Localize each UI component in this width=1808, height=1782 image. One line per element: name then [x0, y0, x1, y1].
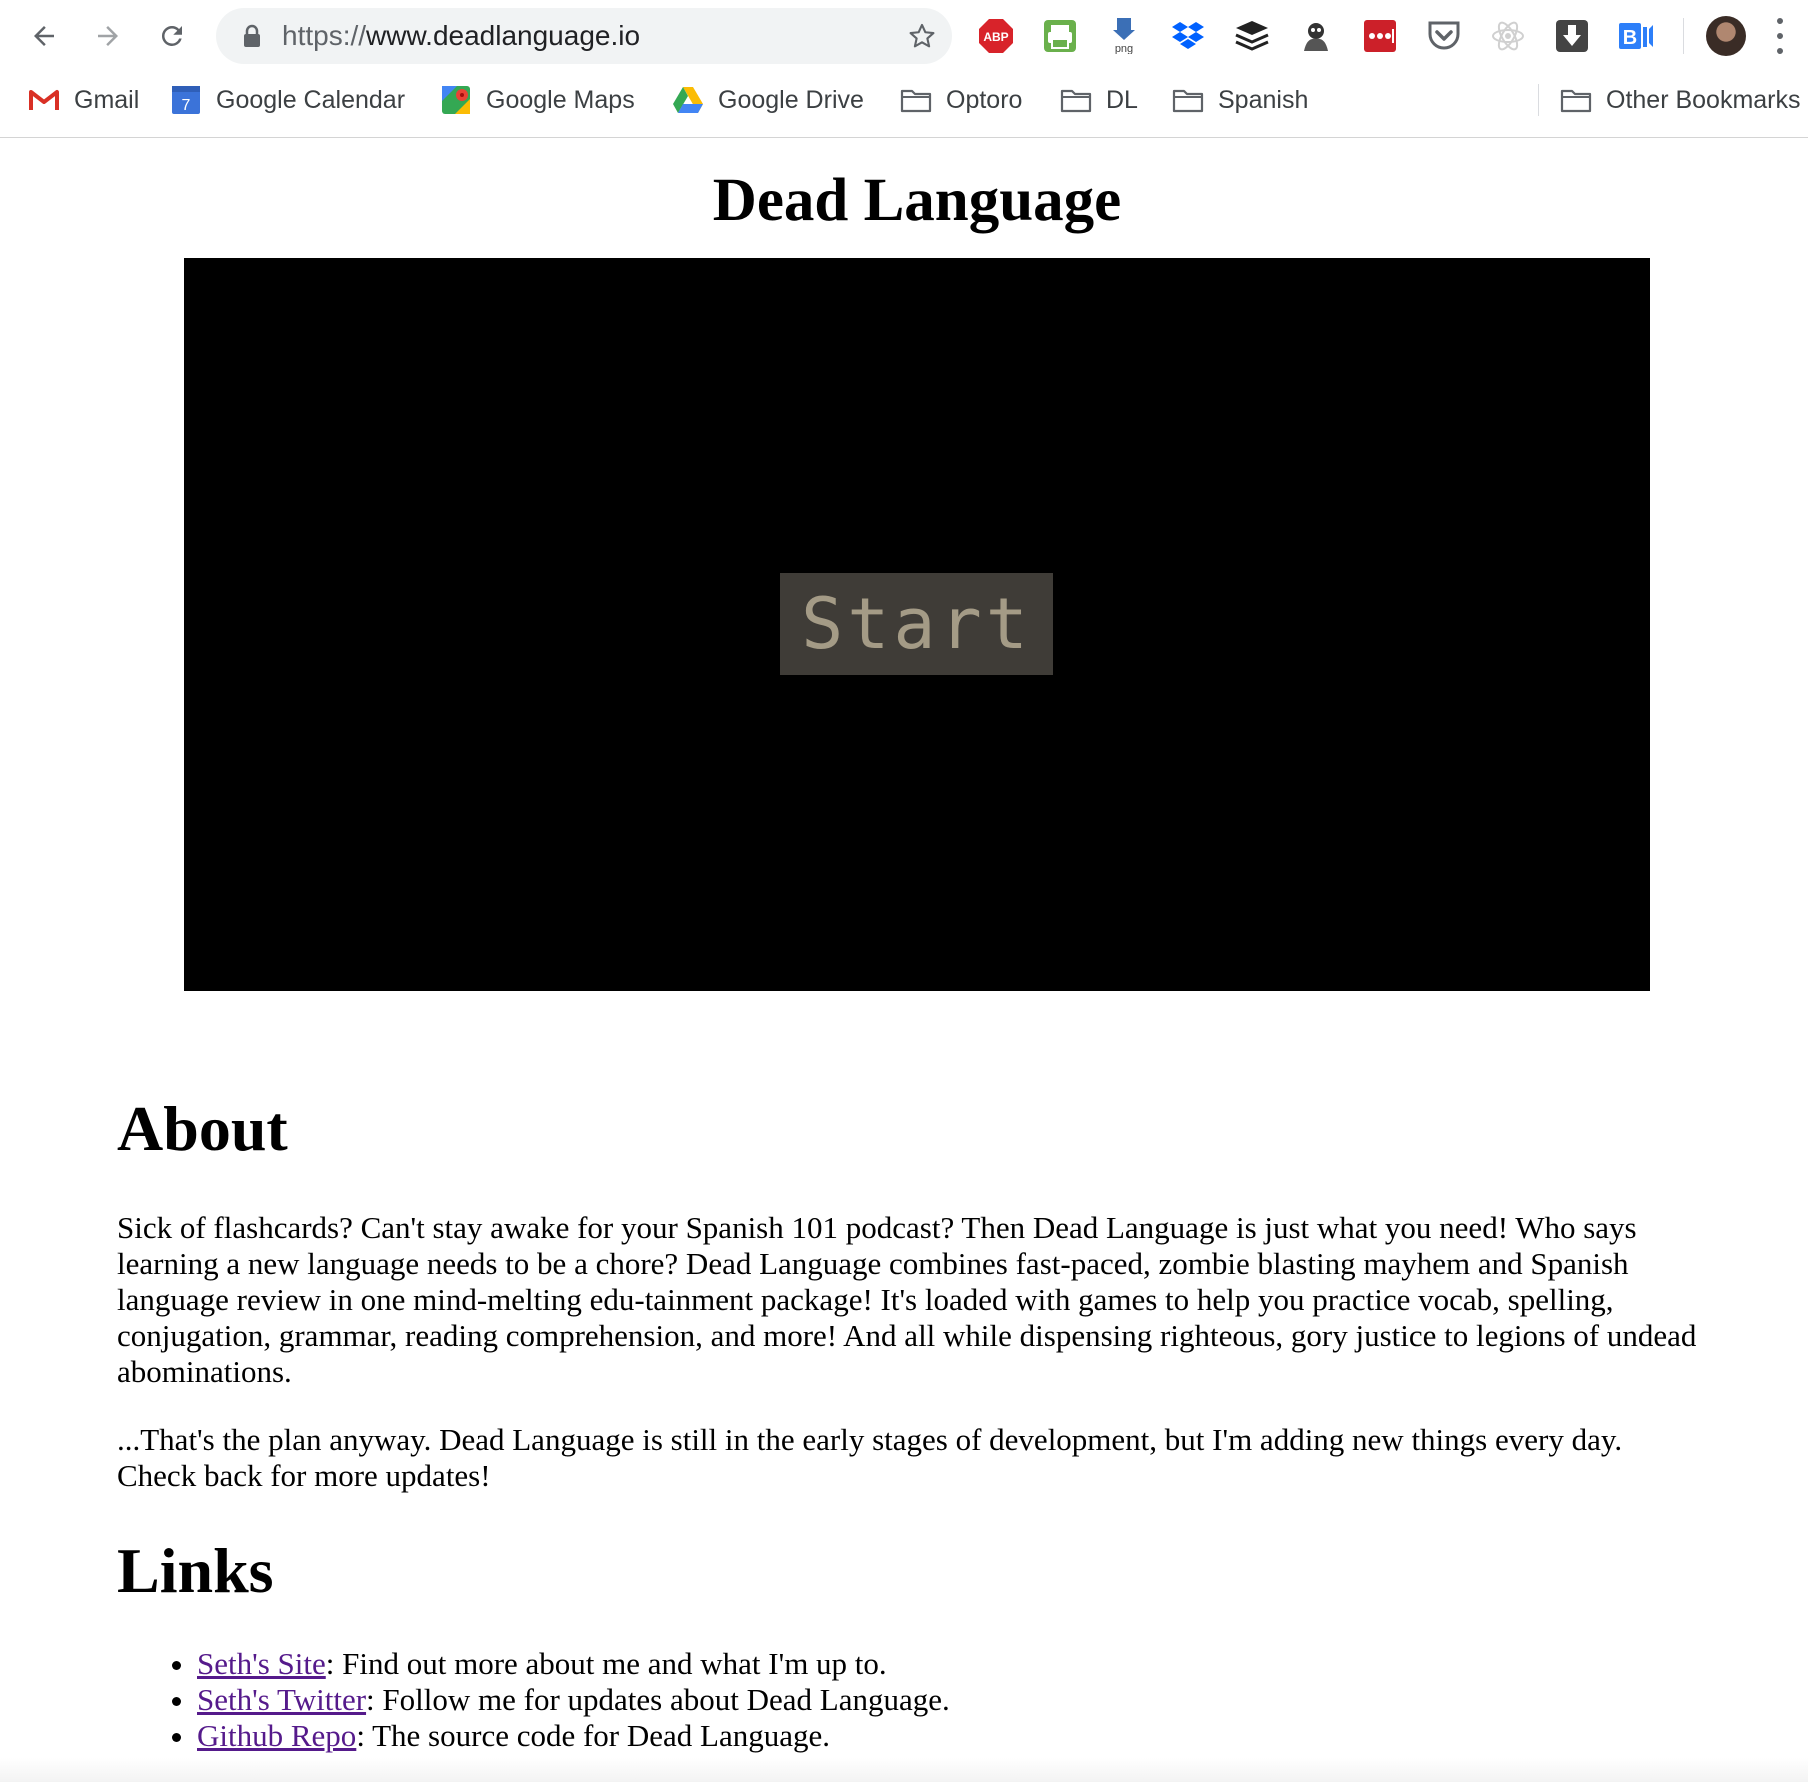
- bookmark-label: Google Drive: [718, 85, 864, 114]
- maps-icon: [440, 84, 472, 116]
- bookmark-gmail[interactable]: Gmail: [28, 76, 139, 124]
- pocket-icon[interactable]: [1424, 16, 1464, 56]
- page-bottom-edge: [0, 1758, 1808, 1782]
- gmail-icon: [28, 84, 60, 116]
- buffer-icon[interactable]: [1232, 16, 1272, 56]
- bookmark-label: Google Maps: [486, 85, 635, 114]
- abp-label: ABP: [983, 30, 1008, 44]
- bookmark-other-bookmarks[interactable]: Other Bookmarks: [1560, 76, 1801, 124]
- bookmark-google-calendar[interactable]: 7 Google Calendar: [170, 76, 405, 124]
- browser-chrome: https://www.deadlanguage.io ABP png B Gm…: [0, 0, 1808, 138]
- lastpass-icon[interactable]: [1360, 16, 1400, 56]
- bookmark-google-maps[interactable]: Google Maps: [440, 76, 635, 124]
- folder-icon: [1172, 84, 1204, 116]
- lock-icon: [244, 24, 260, 47]
- bookmark-label: Optoro: [946, 85, 1023, 114]
- back-button[interactable]: [22, 14, 66, 58]
- back-arrow-icon: [34, 26, 54, 46]
- forward-button[interactable]: [86, 14, 130, 58]
- browser-menu-button[interactable]: [1774, 18, 1786, 54]
- address-bar[interactable]: https://www.deadlanguage.io: [216, 8, 952, 64]
- folder-icon: [900, 84, 932, 116]
- url-scheme: https://: [282, 20, 367, 51]
- bookmark-google-drive[interactable]: Google Drive: [672, 76, 864, 124]
- react-devtools-icon[interactable]: [1488, 16, 1528, 56]
- bookmark-label: Gmail: [74, 85, 140, 114]
- links-list: Seth's Site: Find out more about me and …: [117, 1646, 1697, 1754]
- link-description: : The source code for Dead Language.: [356, 1718, 831, 1753]
- bookmarks-bar: Gmail 7 Google Calendar Google Maps Goog…: [0, 76, 1808, 124]
- browser-toolbar: https://www.deadlanguage.io ABP png B: [0, 0, 1808, 74]
- print-friendly-icon[interactable]: [1040, 16, 1080, 56]
- dropbox-icon[interactable]: [1168, 16, 1208, 56]
- reload-button[interactable]: [150, 14, 194, 58]
- png-download-icon[interactable]: png: [1104, 16, 1144, 56]
- list-item: Seth's Twitter: Follow me for updates ab…: [197, 1682, 1697, 1718]
- calendar-badge: 7: [182, 97, 191, 114]
- github-repo-link[interactable]: Github Repo: [197, 1718, 356, 1753]
- seths-site-link[interactable]: Seth's Site: [197, 1646, 326, 1681]
- menu-dot: [1777, 48, 1783, 54]
- folder-icon: [1060, 84, 1092, 116]
- bookmark-label: Other Bookmarks: [1606, 85, 1801, 114]
- about-paragraph-1: Sick of flashcards? Can't stay awake for…: [117, 1210, 1697, 1389]
- url-text: https://www.deadlanguage.io: [282, 8, 640, 64]
- url-host: www.deadlanguage.io: [366, 20, 641, 51]
- bookmarks-divider: [1538, 84, 1539, 116]
- folder-icon: [1560, 84, 1592, 116]
- zombie-extension-icon[interactable]: [1296, 16, 1336, 56]
- link-description: : Find out more about me and what I'm up…: [325, 1646, 887, 1681]
- game-canvas[interactable]: Start: [184, 258, 1650, 991]
- about-heading: About: [117, 1093, 288, 1164]
- bookmark-folder-optoro[interactable]: Optoro: [900, 76, 1022, 124]
- download-icon[interactable]: [1552, 16, 1592, 56]
- bookmark-label: Spanish: [1218, 85, 1309, 114]
- bookmark-star-icon[interactable]: [908, 22, 936, 50]
- bookmark-label: DL: [1106, 85, 1138, 114]
- list-item: Github Repo: The source code for Dead La…: [197, 1718, 1697, 1754]
- calendar-icon: 7: [170, 84, 202, 116]
- seths-twitter-link[interactable]: Seth's Twitter: [197, 1682, 366, 1717]
- toolbar-divider: [1683, 18, 1684, 54]
- bookmark-label: Google Calendar: [216, 85, 406, 114]
- list-item: Seth's Site: Find out more about me and …: [197, 1646, 1697, 1682]
- menu-dot: [1777, 33, 1783, 39]
- bi-icon[interactable]: B: [1616, 16, 1656, 56]
- adblock-plus-icon[interactable]: ABP: [976, 16, 1016, 56]
- about-paragraph-2: ...That's the plan anyway. Dead Language…: [117, 1422, 1623, 1493]
- profile-avatar[interactable]: [1706, 16, 1746, 56]
- menu-dot: [1777, 18, 1783, 24]
- page-title: Dead Language: [712, 167, 1122, 234]
- reload-icon: [161, 25, 182, 46]
- start-button[interactable]: Start: [780, 573, 1053, 675]
- drive-icon: [672, 84, 704, 116]
- bookmark-folder-dl[interactable]: DL: [1060, 76, 1138, 124]
- png-label: png: [1115, 43, 1133, 54]
- links-heading: Links: [117, 1535, 274, 1606]
- bookmark-folder-spanish[interactable]: Spanish: [1172, 76, 1308, 124]
- bi-label: B: [1623, 27, 1637, 49]
- forward-arrow-icon: [98, 26, 118, 46]
- link-description: : Follow me for updates about Dead Langu…: [366, 1682, 950, 1717]
